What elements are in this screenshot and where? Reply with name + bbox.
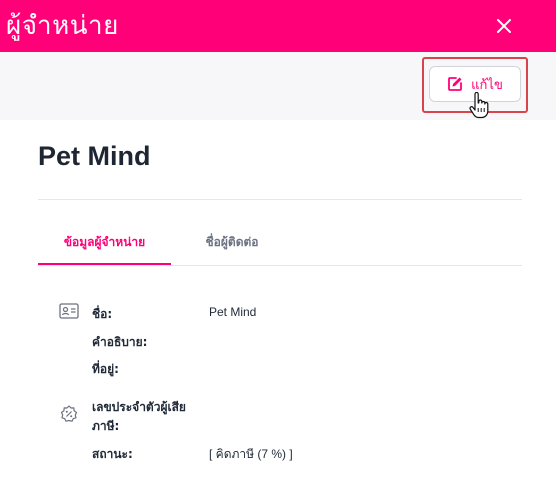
edit-icon [448,77,463,91]
description-label: คำอธิบาย: [92,335,148,349]
status-label: สถานะ: [92,447,133,461]
divider [38,199,522,200]
tax-id-label-line2: ภาษี: [92,419,120,433]
edit-button-label: แก้ไข [471,77,503,93]
tax-id-label-line1: เลขประจำตัวผู้เสีย [92,400,186,414]
name-label: ชื่อ: [92,307,113,321]
tab-bar: ข้อมูลผู้จำหน่าย ชื่อผู้ติดต่อ [38,222,522,266]
vendor-name: Pet Mind [38,141,151,171]
dialog-title: ผู้จำหน่าย [6,11,119,41]
status-value: [ คิดภาษี (7 %) ] [209,447,293,461]
tab-contacts[interactable]: ชื่อผู้ติดต่อ [177,222,287,265]
tab-vendor-info[interactable]: ข้อมูลผู้จำหน่าย [38,222,171,265]
edit-button[interactable]: แก้ไข [429,66,521,102]
tax-percent-icon [60,405,78,422]
dialog-header: ผู้จำหน่าย [0,0,556,52]
address-label: ที่อยู่: [92,362,119,376]
id-card-icon [59,303,79,319]
close-icon[interactable] [492,14,516,38]
name-value: Pet Mind [209,305,257,319]
